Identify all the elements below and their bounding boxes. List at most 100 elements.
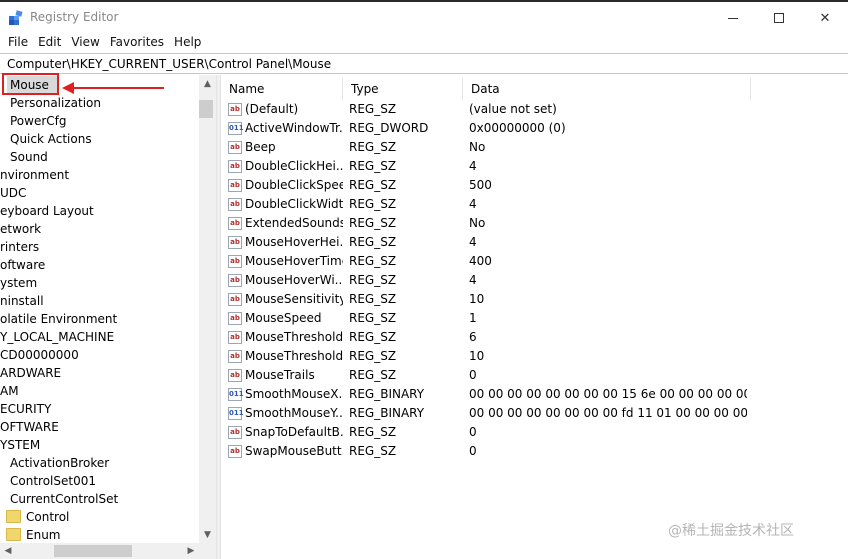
table-row[interactable]: 011 SmoothMouseY... REG_BINARY 00 00 00 00 … xyxy=(221,404,848,423)
column-header-type[interactable]: Type xyxy=(343,78,463,100)
table-row[interactable]: ab Beep REG_SZ No xyxy=(221,138,848,157)
tree-node-label: eyboard Layout xyxy=(0,204,94,218)
scroll-left-icon[interactable]: ◀ xyxy=(0,543,16,559)
value-type: REG_SZ xyxy=(349,235,397,249)
tree-node[interactable]: ARDWARE xyxy=(0,364,61,382)
table-row[interactable]: ab MouseTrails REG_SZ 0 xyxy=(221,366,848,385)
tree-node[interactable]: ystem xyxy=(0,274,37,292)
value-data: No xyxy=(469,216,486,230)
tree-node[interactable]: UDC xyxy=(0,184,26,202)
address-path[interactable]: Computer\HKEY_CURRENT_USER\Control Panel… xyxy=(7,57,331,71)
tree-node[interactable]: ActivationBroker xyxy=(8,454,109,472)
value-type: REG_SZ xyxy=(349,330,397,344)
tree-node[interactable]: olatile Environment xyxy=(0,310,117,328)
value-data: (value not set) xyxy=(469,102,557,116)
table-row[interactable]: ab MouseThreshold1 REG_SZ 6 xyxy=(221,328,848,347)
menu-file[interactable]: File xyxy=(3,32,33,52)
tree-node[interactable]: CD00000000 xyxy=(0,346,79,364)
string-value-icon: ab xyxy=(228,312,242,325)
tree-node[interactable]: Personalization xyxy=(8,94,101,112)
value-data: 4 xyxy=(469,197,477,211)
highlight-box xyxy=(2,73,59,95)
value-data: 0 xyxy=(469,368,477,382)
tree-node-label: Personalization xyxy=(10,96,101,110)
string-value-icon: ab xyxy=(228,179,242,192)
tree-node[interactable]: nvironment xyxy=(0,166,69,184)
table-row[interactable]: ab ExtendedSounds REG_SZ No xyxy=(221,214,848,233)
string-value-icon: ab xyxy=(228,103,242,116)
tree-node-label: Enum xyxy=(26,528,61,542)
table-row[interactable]: ab DoubleClickHei... REG_SZ 4 xyxy=(221,157,848,176)
scroll-up-icon[interactable]: ▲ xyxy=(199,75,216,92)
value-name: MouseSensitivity xyxy=(245,292,343,306)
value-type: REG_SZ xyxy=(349,444,397,458)
table-row[interactable]: ab DoubleClickWidth REG_SZ 4 xyxy=(221,195,848,214)
table-row[interactable]: 011 ActiveWindowTr... REG_DWORD 0x00000000 … xyxy=(221,119,848,138)
tree-node[interactable]: etwork xyxy=(0,220,41,238)
tree-node[interactable]: OFTWARE xyxy=(0,418,59,436)
binary-value-icon: 011 xyxy=(228,388,244,401)
tree-node[interactable]: Y_LOCAL_MACHINE xyxy=(0,328,114,346)
value-data: 4 xyxy=(469,235,477,249)
tree-horizontal-thumb[interactable] xyxy=(54,545,132,557)
string-value-icon: ab xyxy=(228,293,242,306)
table-row[interactable]: ab SwapMouseButt... REG_SZ 0 xyxy=(221,442,848,461)
tree-node[interactable]: oftware xyxy=(0,256,45,274)
tree-node[interactable]: Quick Actions xyxy=(8,130,92,148)
tree-vertical-scrollbar[interactable]: ▲ ▼ xyxy=(199,75,216,543)
table-row[interactable]: 011 SmoothMouseX... REG_BINARY 00 00 00 00 … xyxy=(221,385,848,404)
value-data: 0 xyxy=(469,425,477,439)
value-name: DoubleClickWidth xyxy=(245,197,343,211)
value-name: (Default) xyxy=(245,102,299,116)
string-value-icon: ab xyxy=(228,217,242,230)
maximize-button[interactable] xyxy=(756,4,802,32)
minimize-button[interactable] xyxy=(710,4,756,32)
table-row[interactable]: ab MouseHoverWi... REG_SZ 4 xyxy=(221,271,848,290)
tree-node[interactable]: rinters xyxy=(0,238,39,256)
menu-edit[interactable]: Edit xyxy=(33,32,66,52)
scroll-down-icon[interactable]: ▼ xyxy=(199,526,216,543)
menu-view[interactable]: View xyxy=(66,32,104,52)
tree-vertical-thumb[interactable] xyxy=(199,100,213,118)
value-type: REG_SZ xyxy=(349,425,397,439)
address-bar[interactable]: Computer\HKEY_CURRENT_USER\Control Panel… xyxy=(0,53,848,74)
table-row[interactable]: ab MouseHoverHei... REG_SZ 4 xyxy=(221,233,848,252)
tree-node[interactable]: Control xyxy=(0,508,196,526)
scroll-right-icon[interactable]: ▶ xyxy=(183,543,199,559)
menu-favorites[interactable]: Favorites xyxy=(105,32,169,52)
column-header-data[interactable]: Data xyxy=(463,78,751,100)
tree-node[interactable]: PowerCfg xyxy=(8,112,67,130)
title-bar: Registry Editor ✕ xyxy=(0,2,848,32)
tree-node-label: OFTWARE xyxy=(0,420,59,434)
tree-node[interactable]: eyboard Layout xyxy=(0,202,94,220)
table-row[interactable]: ab MouseThreshold2 REG_SZ 10 xyxy=(221,347,848,366)
value-type: REG_SZ xyxy=(349,349,397,363)
menu-help[interactable]: Help xyxy=(169,32,206,52)
tree-node[interactable]: ControlSet001 xyxy=(8,472,96,490)
tree-node[interactable]: ECURITY xyxy=(0,400,51,418)
table-row[interactable]: ab SnapToDefaultB... REG_SZ 0 xyxy=(221,423,848,442)
tree-horizontal-scrollbar[interactable]: ◀ ▶ xyxy=(0,543,216,559)
value-name: MouseSpeed xyxy=(245,311,322,325)
tree-node[interactable]: Enum xyxy=(0,526,196,544)
tree-node-label: etwork xyxy=(0,222,42,236)
table-row[interactable]: ab MouseSpeed REG_SZ 1 xyxy=(221,309,848,328)
column-header-name[interactable]: Name xyxy=(221,78,343,100)
folder-icon xyxy=(6,510,21,523)
table-row[interactable]: ab DoubleClickSpeed REG_SZ 500 xyxy=(221,176,848,195)
registry-icon xyxy=(9,10,23,25)
tree-node-label: Control xyxy=(26,510,70,524)
tree-node[interactable]: CurrentControlSet xyxy=(8,490,118,508)
table-row[interactable]: ab MouseSensitivity REG_SZ 10 xyxy=(221,290,848,309)
tree-node[interactable]: AM xyxy=(0,382,19,400)
tree-node-label: olatile Environment xyxy=(0,312,118,326)
tree-node-label: ECURITY xyxy=(0,402,52,416)
tree-node[interactable]: YSTEM xyxy=(0,436,40,454)
table-row[interactable]: ab MouseHoverTime REG_SZ 400 xyxy=(221,252,848,271)
string-value-icon: ab xyxy=(228,445,242,458)
minimize-icon xyxy=(728,17,738,19)
close-button[interactable]: ✕ xyxy=(802,4,848,32)
table-row[interactable]: ab (Default) REG_SZ (value not set) xyxy=(221,100,848,119)
tree-node[interactable]: ninstall xyxy=(0,292,44,310)
tree-node[interactable]: Sound xyxy=(8,148,48,166)
